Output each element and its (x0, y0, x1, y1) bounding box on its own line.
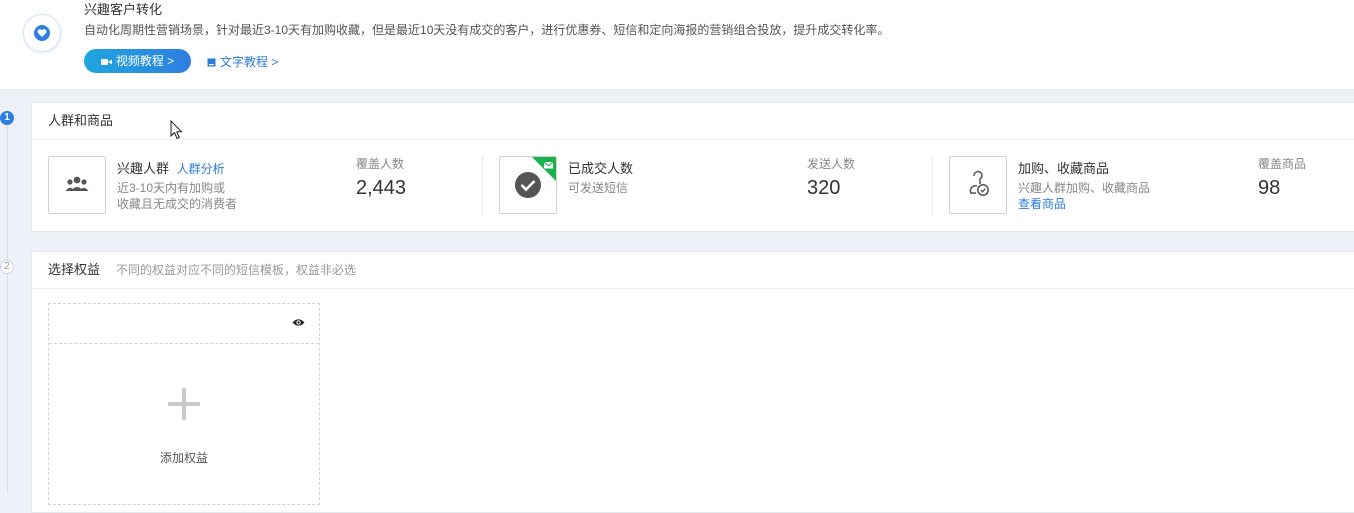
choose-benefits-panel: 选择权益 不同的权益对应不同的短信模板，权益非必选 添加权益 (31, 251, 1354, 513)
heart-icon (23, 14, 61, 52)
mouse-cursor-icon (170, 120, 183, 140)
audience-products-panel: 人群和商品 兴趣人群 人群分析 近3-10天内有加购或 收藏且无成交的消费者 覆… (31, 102, 1354, 232)
scenario-header: 兴趣客户转化 自动化周期性营销场景，针对最近3-10天有加购收藏，但是最近10天… (0, 0, 1354, 90)
card-divider (932, 156, 933, 216)
section1-title: 人群和商品 (48, 113, 114, 128)
metric-label-coverage: 覆盖人数 (356, 157, 405, 171)
video-tutorial-button[interactable]: 视频教程 > (84, 49, 191, 73)
video-tutorial-label: 视频教程 > (115, 54, 175, 68)
audience-analysis-link[interactable]: 人群分析 (177, 162, 225, 176)
section-title-benefits: 选择权益 不同的权益对应不同的短信模板，权益非必选 (32, 252, 1354, 289)
card-desc-products: 兴趣人群加购、收藏商品 (1018, 181, 1151, 195)
card-title-interest-audience: 兴趣人群 (117, 161, 170, 176)
benefit-card-header (49, 304, 319, 344)
card-desc-sms: 可发送短信 (568, 181, 629, 195)
check-circle-icon (499, 156, 557, 214)
card-desc-line1: 近3-10天内有加购或 (117, 181, 226, 195)
scenario-title: 兴趣客户转化 (84, 2, 163, 17)
doc-tutorial-label: 文字教程 > (220, 55, 279, 69)
metric-value-send: 320 (807, 177, 841, 199)
add-benefit-card[interactable]: 添加权益 (48, 303, 320, 505)
metric-label-products: 覆盖商品 (1258, 157, 1307, 171)
card-title-products: 加购、收藏商品 (1018, 161, 1110, 176)
card-divider (482, 156, 483, 216)
view-products-link[interactable]: 查看商品 (1018, 197, 1066, 211)
metric-label-send: 发送人数 (807, 157, 856, 171)
card-desc-line2: 收藏且无成交的消费者 (117, 197, 238, 211)
timeline-line (7, 118, 8, 493)
group-icon (48, 156, 106, 214)
document-icon (207, 58, 216, 67)
scenario-description: 自动化周期性营销场景，针对最近3-10天有加购收藏，但是最近10天没有成交的客户… (84, 23, 890, 37)
cart-favorite-icon (949, 156, 1007, 214)
section2-subtitle: 不同的权益对应不同的短信模板，权益非必选 (116, 263, 357, 277)
add-benefit-label: 添加权益 (159, 451, 208, 465)
metric-value-products: 98 (1258, 177, 1281, 199)
section2-title: 选择权益 (48, 262, 101, 277)
eye-icon[interactable] (292, 318, 305, 327)
plus-icon[interactable] (168, 388, 200, 420)
section-title-audience: 人群和商品 (32, 103, 1354, 140)
doc-tutorial-link[interactable]: 文字教程 > (207, 53, 278, 70)
video-camera-icon (100, 59, 112, 65)
metric-value-coverage: 2,443 (356, 177, 407, 199)
card-title-converted: 已成交人数 (568, 161, 634, 176)
step-1-indicator: 1 (0, 111, 14, 125)
step-2-indicator: 2 (0, 260, 14, 274)
